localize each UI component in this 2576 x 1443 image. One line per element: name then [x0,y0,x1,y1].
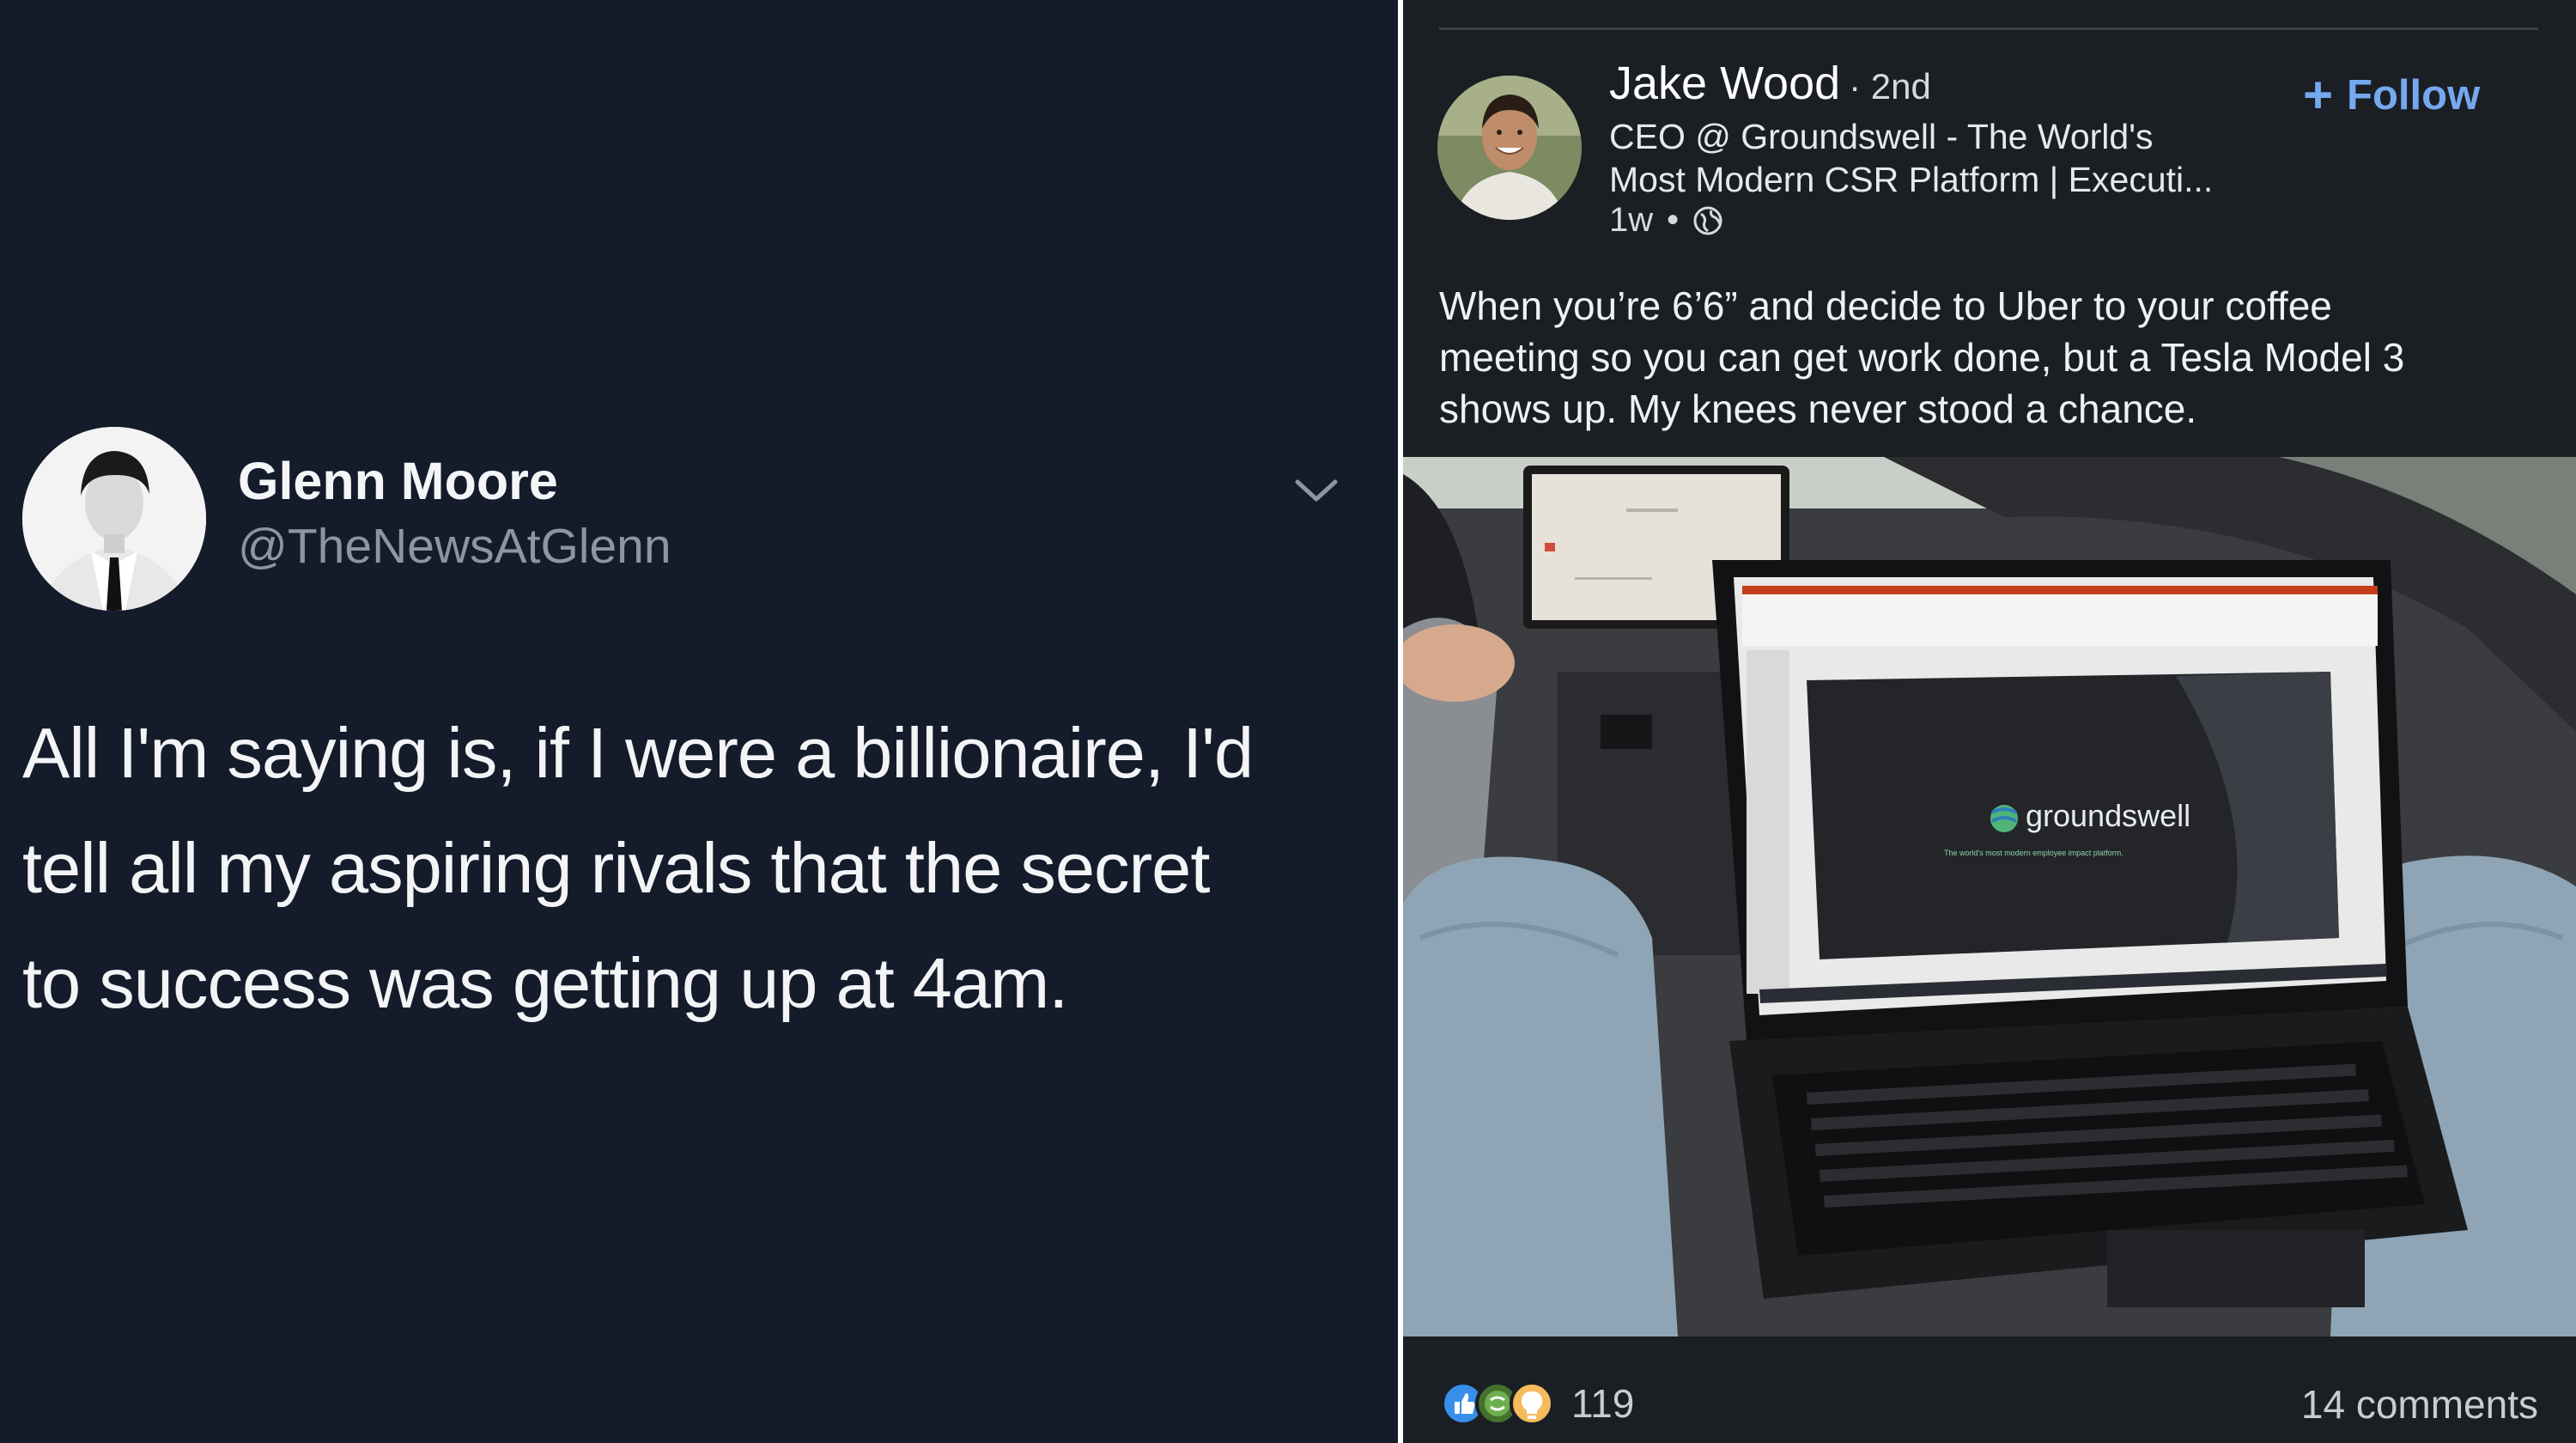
post-text-line: shows up. My knees never stood a chance. [1439,387,2197,431]
tweet-author-name[interactable]: Glenn Moore [238,451,558,511]
headline-line: Most Modern CSR Platform | Executi... [1609,160,2214,199]
chevron-down-icon[interactable] [1292,475,1340,506]
post-author-headline: CEO @ Groundswell - The World's Most Mod… [1609,115,2313,201]
follow-label: Follow [2347,71,2481,119]
post-top-divider [1439,27,2538,30]
tweet-author-handle[interactable]: @TheNewsAtGlenn [238,518,671,575]
comments-count-link[interactable]: 14 comments [2301,1381,2538,1428]
tweet-text: All I'm saying is, if I were a billionai… [22,696,1362,1041]
post-author-name[interactable]: Jake Wood [1609,58,1840,109]
post-text: When you’re 6’6” and decide to Uber to y… [1439,280,2547,435]
post-meta: 1w • [1609,201,1723,240]
person-avatar-icon [22,427,206,611]
linkedin-post-panel: Jake Wood · 2nd CEO @ Groundswell - The W… [1403,0,2576,1443]
laptop-screen-tagline: The world's most modern employee impact … [1944,849,2123,857]
post-time: 1w [1609,201,1654,239]
post-text-line: meeting so you can get work done, but a … [1439,335,2405,380]
headline-line: CEO @ Groundswell - The World's [1609,117,2154,156]
insightful-icon [1510,1381,1554,1426]
laptop-in-car-image: groundswell The world's most modern empl… [1403,457,2576,1336]
tweet-panel: Glenn Moore @TheNewsAtGlenn All I'm sayi… [0,0,1398,1443]
meta-separator: • [1667,201,1680,239]
plus-icon: + [2303,66,2334,124]
post-author-line: Jake Wood · 2nd [1609,57,1931,110]
reaction-icons [1441,1381,1554,1426]
post-text-line: When you’re 6’6” and decide to Uber to y… [1439,283,2332,328]
post-photo[interactable]: groundswell The world's most modern empl… [1403,457,2576,1336]
person-avatar-icon [1437,76,1582,220]
follow-button[interactable]: + Follow [2303,65,2480,125]
connection-degree: · 2nd [1849,66,1931,107]
reactions-summary[interactable]: 119 [1439,1379,1634,1428]
reaction-count: 119 [1571,1381,1635,1426]
tweet-text-line: to success was getting up at 4am. [22,943,1068,1023]
tweet-author-avatar[interactable] [22,427,206,611]
post-author-avatar[interactable] [1437,76,1582,220]
tweet-text-line: All I'm saying is, if I were a billionai… [22,713,1254,793]
laptop-screen-brand: groundswell [2026,798,2190,833]
tweet-text-line: tell all my aspiring rivals that the sec… [22,828,1210,908]
globe-icon [1693,206,1722,234]
